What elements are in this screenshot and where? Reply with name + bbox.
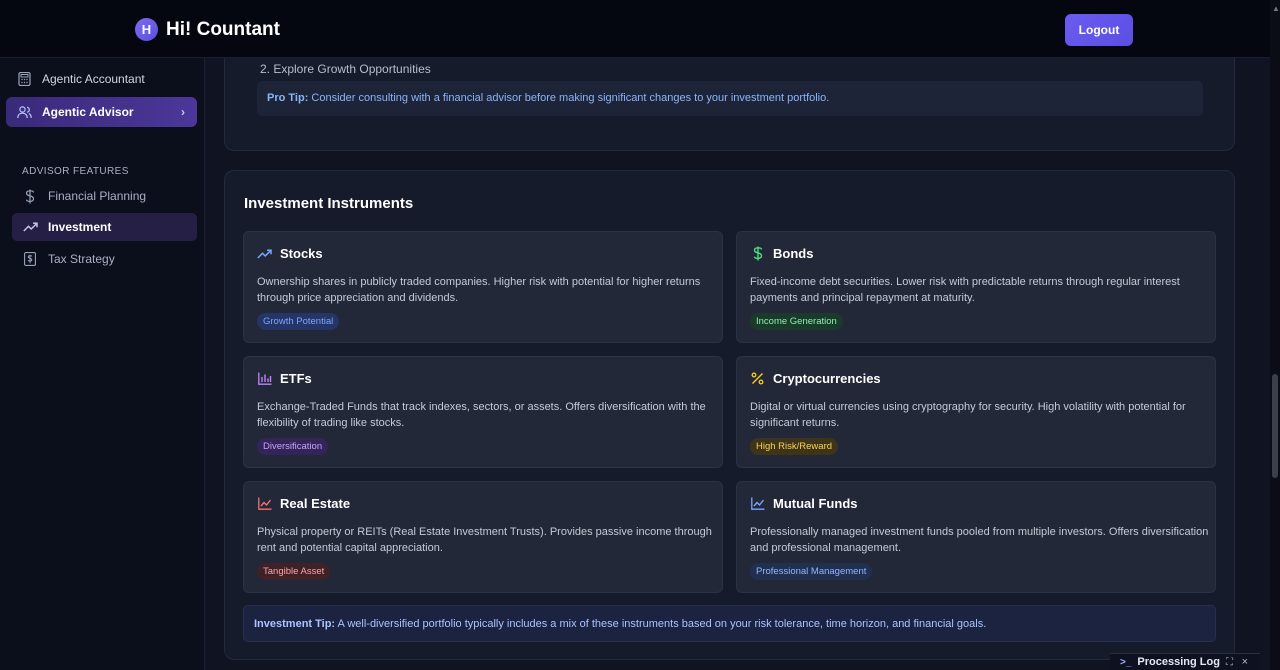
growth-card: 2. Explore Growth Opportunities Pro Tip:… (224, 58, 1235, 151)
sidebar-item-label: Tax Strategy (48, 252, 115, 266)
instrument-tag: High Risk/Reward (750, 438, 839, 455)
dollar-icon (750, 246, 765, 261)
instrument-name: Bonds (773, 246, 814, 261)
sidebar-item-agentic-advisor[interactable]: Agentic Advisor › (6, 97, 197, 127)
instrument-description: Ownership shares in publicly traded comp… (257, 276, 701, 304)
instrument-name: Real Estate (280, 496, 351, 511)
chevron-right-icon: › (181, 105, 185, 119)
terminal-icon: >_ (1120, 656, 1132, 668)
instrument-description: Physical property or REITs (Real Estate … (257, 526, 712, 554)
instrument-name: Stocks (280, 246, 323, 261)
instrument-description: Digital or virtual currencies using cryp… (750, 401, 1186, 429)
sidebar-item-label: Agentic Accountant (42, 72, 145, 86)
sidebar-item-investment[interactable]: Investment (12, 213, 197, 241)
instrument-description: Fixed-income debt securities. Lower risk… (750, 276, 1180, 304)
sidebar-item-tax-strategy[interactable]: Tax Strategy (22, 250, 115, 268)
sidebar-item-agentic-accountant[interactable]: Agentic Accountant (16, 70, 145, 88)
investment-tip-text: A well-diversified portfolio typically i… (335, 618, 987, 630)
instrument-card-stocks[interactable]: Stocks Ownership shares in publicly trad… (243, 231, 723, 343)
page-scrollbar[interactable]: ▲ (1270, 0, 1280, 670)
main-content[interactable]: 2. Explore Growth Opportunities Pro Tip:… (206, 58, 1270, 670)
instrument-name: Cryptocurrencies (773, 371, 881, 386)
instrument-description: Exchange-Traded Funds that track indexes… (257, 401, 706, 429)
sidebar: Agentic Accountant Agentic Advisor › ADV… (0, 58, 205, 670)
pro-tip-text: Consider consulting with a financial adv… (308, 92, 830, 104)
instrument-name: Mutual Funds (773, 496, 858, 511)
top-header: H Hi! Countant Logout (0, 0, 1270, 58)
logout-button[interactable]: Logout (1065, 14, 1133, 46)
receipt-icon (22, 251, 38, 267)
instrument-card-real-estate[interactable]: Real Estate Physical property or REITs (… (243, 481, 723, 593)
bar-chart-icon (257, 371, 272, 386)
sidebar-section-title: ADVISOR FEATURES (22, 166, 129, 177)
close-icon[interactable]: × (1242, 656, 1248, 668)
instrument-tag: Growth Potential (257, 313, 340, 330)
sidebar-item-label: Agentic Advisor (42, 105, 134, 119)
scroll-up-icon[interactable]: ▲ (1272, 4, 1280, 13)
step-text: 2. Explore Growth Opportunities (260, 62, 431, 76)
app-title: Hi! Countant (166, 18, 280, 40)
trending-up-icon (257, 246, 272, 261)
instrument-tag: Tangible Asset (257, 563, 331, 580)
processing-log-label: Processing Log (1137, 656, 1220, 668)
instrument-card-cryptocurrencies[interactable]: Cryptocurrencies Digital or virtual curr… (736, 356, 1216, 468)
instrument-card-mutual-funds[interactable]: Mutual Funds Professionally managed inve… (736, 481, 1216, 593)
trending-up-icon (22, 219, 38, 235)
dollar-icon (22, 188, 38, 204)
line-chart-icon (750, 496, 765, 511)
expand-icon[interactable]: ⛶ (1226, 657, 1233, 668)
instrument-description: Professionally managed investment funds … (750, 526, 1209, 554)
instrument-card-bonds[interactable]: Bonds Fixed-income debt securities. Lowe… (736, 231, 1216, 343)
pro-tip-box: Pro Tip: Consider consulting with a fina… (257, 81, 1203, 116)
section-title: Investment Instruments (244, 195, 414, 212)
instrument-tag: Diversification (257, 438, 329, 455)
processing-log-panel[interactable]: >_ Processing Log ⛶ × (1110, 653, 1260, 670)
investment-tip-box: Investment Tip: A well-diversified portf… (243, 605, 1216, 642)
line-chart-icon (257, 496, 272, 511)
instrument-tag: Professional Management (750, 563, 873, 580)
sidebar-item-label: Financial Planning (48, 189, 147, 203)
percent-icon (750, 371, 765, 386)
instrument-name: ETFs (280, 371, 312, 386)
instrument-card-etfs[interactable]: ETFs Exchange-Traded Funds that track in… (243, 356, 723, 468)
investment-instruments-card: Investment Instruments Stocks Ownership … (224, 170, 1235, 660)
scrollbar-thumb[interactable] (1272, 374, 1278, 478)
brand[interactable]: H Hi! Countant (135, 18, 280, 41)
instrument-tag: Income Generation (750, 313, 843, 330)
users-icon (16, 104, 32, 120)
sidebar-item-label: Investment (48, 220, 112, 234)
calculator-icon (16, 71, 32, 87)
pro-tip-label: Pro Tip: (267, 92, 309, 104)
investment-tip-label: Investment Tip: (254, 618, 336, 630)
sidebar-item-financial-planning[interactable]: Financial Planning (22, 187, 146, 205)
brand-logo-icon: H (135, 18, 158, 41)
